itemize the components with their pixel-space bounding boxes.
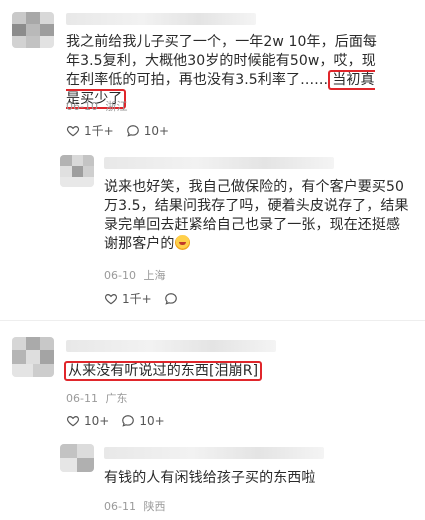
like-button[interactable]: 1千+	[66, 122, 114, 139]
reply-body: 有钱的人有闲钱给孩子买的东西啦	[104, 470, 316, 486]
username[interactable]	[104, 157, 334, 169]
reply-date: 06-10	[104, 269, 136, 282]
reply-button[interactable]: 10+	[121, 414, 165, 428]
like-count: 10+	[84, 414, 110, 428]
heart-icon	[66, 416, 80, 427]
divider	[0, 320, 425, 321]
comment-location: 广东	[105, 392, 128, 405]
username[interactable]	[104, 447, 324, 459]
reply-actions: 1千+	[104, 290, 194, 307]
comment-text: 从来没有听说过的东西[泪崩R]	[64, 361, 384, 381]
reply-count: 10+	[143, 123, 170, 138]
username[interactable]	[66, 340, 276, 352]
like-count: 1千+	[122, 292, 152, 306]
reply-button[interactable]	[164, 292, 182, 306]
comment-actions: 1千+ 10+	[66, 122, 181, 139]
comment-date: 06-11	[66, 392, 98, 405]
avatar[interactable]	[60, 444, 94, 472]
comment-meta: 06-10 浙江	[66, 98, 131, 114]
avatar[interactable]	[60, 155, 94, 187]
reply-location: 陕西	[143, 500, 166, 513]
like-button[interactable]: 10+	[66, 414, 109, 428]
reply-location: 上海	[143, 269, 166, 282]
comment-bubble-icon	[122, 415, 135, 427]
heart-icon	[104, 293, 118, 304]
comment-meta: 06-11 广东	[66, 390, 131, 406]
reply-body: 说来也好笑，我自己做保险的，有个客户要买50万3.5，结果问我存了吗，硬着头皮说…	[104, 179, 409, 252]
reply-meta: 06-10 上海	[104, 267, 169, 283]
comment-date: 06-10	[66, 100, 98, 113]
reply-date: 06-11	[104, 500, 136, 513]
comment-location: 浙江	[105, 100, 128, 113]
laughing-crying-emoji-icon	[174, 235, 190, 250]
avatar[interactable]	[12, 12, 54, 48]
heart-icon	[66, 125, 80, 136]
reply-meta: 06-11 陕西	[104, 498, 169, 514]
reply-count: 10+	[139, 414, 165, 428]
reply-text: 说来也好笑，我自己做保险的，有个客户要买50万3.5，结果问我存了吗，硬着头皮说…	[104, 178, 409, 254]
reply-text: 有钱的人有闲钱给孩子买的东西啦	[104, 469, 409, 488]
comment-bubble-icon	[164, 292, 177, 305]
username[interactable]	[66, 13, 256, 25]
comment-bubble-icon	[126, 124, 139, 137]
highlighted-phrase: 从来没有听说过的东西[泪崩R]	[64, 361, 263, 381]
comment-actions: 10+ 10+	[66, 414, 177, 428]
like-count: 1千+	[84, 124, 114, 138]
avatar[interactable]	[12, 337, 54, 377]
like-button[interactable]: 1千+	[104, 290, 152, 307]
reply-button[interactable]: 10+	[126, 124, 169, 138]
